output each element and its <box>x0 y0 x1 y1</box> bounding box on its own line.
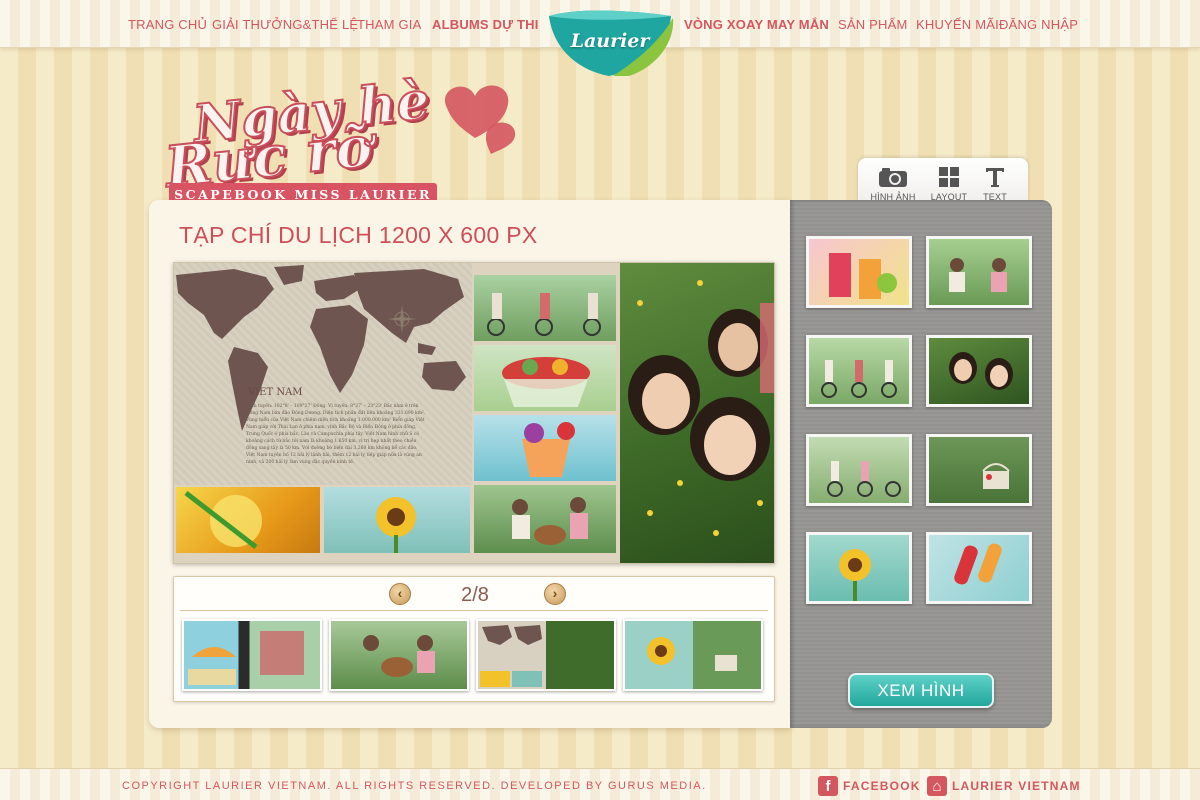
photo-fruit-cup[interactable] <box>474 345 616 411</box>
nav-products[interactable]: SẢN PHẨM <box>838 17 908 32</box>
facebook-label: FACEBOOK <box>843 779 921 793</box>
hero-title-art: Ngày hè Rực rỡ SCAPEBOOK MISS LAURIER <box>155 69 535 210</box>
chevron-right-icon: › <box>552 585 558 601</box>
library-photo-drinks[interactable] <box>806 236 912 308</box>
library-photo-cyclists-2[interactable] <box>806 434 912 506</box>
laurier-vietnam-link[interactable]: ⌂ LAURIER VIETNAM <box>927 776 1082 796</box>
next-page-button[interactable]: › <box>544 583 566 605</box>
chevron-left-icon: ‹ <box>397 585 403 601</box>
library-photo-basket[interactable] <box>926 434 1032 506</box>
map-title: VIET NAM <box>248 387 303 398</box>
library-photo-cyclists-1[interactable] <box>806 335 912 407</box>
text-icon <box>986 168 1004 187</box>
page-title: TẠP CHÍ DU LỊCH 1200 X 600 PX <box>179 222 538 248</box>
nav-home[interactable]: TRANG CHỦ <box>128 17 207 32</box>
copyright-text: COPYRIGHT LAURIER VIETNAM. ALL RIGHTS RE… <box>122 780 707 792</box>
page-thumbnail-1[interactable] <box>182 619 322 691</box>
nav-prizes-rules[interactable]: GIẢI THƯỞNG&THỂ LỆ <box>212 17 358 32</box>
library-photo-girls-grass[interactable] <box>926 335 1032 407</box>
library-photo-popsicles[interactable] <box>926 532 1032 604</box>
library-photo-picnic[interactable] <box>926 236 1032 308</box>
logo-text: Laurier <box>570 30 650 52</box>
photo-bicycles[interactable] <box>474 275 616 341</box>
nav-login[interactable]: ĐĂNG NHẬP <box>999 17 1078 32</box>
facebook-link[interactable]: f FACEBOOK <box>818 776 923 796</box>
heart-decoration <box>444 85 516 154</box>
facebook-icon: f <box>818 776 838 796</box>
laurier-home-icon: ⌂ <box>927 776 947 796</box>
nav-participate[interactable]: THAM GIA <box>357 17 421 32</box>
laurier-logo[interactable]: Laurier <box>543 10 677 80</box>
page-counter: 2/8 <box>461 584 489 606</box>
page-thumbnail-2[interactable] <box>329 619 469 691</box>
editor-panel: TẠP CHÍ DU LỊCH 1200 X 600 PX VIET NAM K… <box>149 200 791 728</box>
nav-albums[interactable]: ALBUMS DỰ THI <box>432 17 539 32</box>
laurier-vietnam-label: LAURIER VIETNAM <box>952 779 1081 793</box>
nav-lucky-wheel[interactable]: VÒNG XOAY MAY MẮN <box>684 17 829 32</box>
map-page: VIET NAM Kinh tuyến: 102°8' – 109°27' Đô… <box>174 263 472 485</box>
photo-picnic-guitar[interactable] <box>474 485 616 553</box>
image-library-sidebar <box>790 200 1052 728</box>
photo-sunflower[interactable] <box>324 487 470 553</box>
library-photo-sunflower[interactable] <box>806 532 912 604</box>
divider <box>180 610 768 611</box>
photo-girls-in-grass[interactable] <box>620 263 774 563</box>
view-images-button[interactable]: XEM HÌNH <box>848 673 994 708</box>
page-navigator: ‹ 2/8 › <box>173 576 775 702</box>
page-thumbnail-3[interactable] <box>476 619 616 691</box>
camera-icon <box>879 168 907 187</box>
layout-grid-icon <box>939 167 959 187</box>
scrapbook-spread[interactable]: VIET NAM Kinh tuyến: 102°8' – 109°27' Đô… <box>173 262 775 564</box>
prev-page-button[interactable]: ‹ <box>389 583 411 605</box>
page-thumbnail-4[interactable] <box>623 619 763 691</box>
nav-promotions[interactable]: KHUYẾN MÃI <box>916 17 999 32</box>
footer: COPYRIGHT LAURIER VIETNAM. ALL RIGHTS RE… <box>0 768 1200 800</box>
photo-juice[interactable] <box>176 487 320 553</box>
photo-cocktail[interactable] <box>474 415 616 481</box>
map-body-text: Kinh tuyến: 102°8' – 109°27' Đông. Vĩ tu… <box>246 404 426 465</box>
